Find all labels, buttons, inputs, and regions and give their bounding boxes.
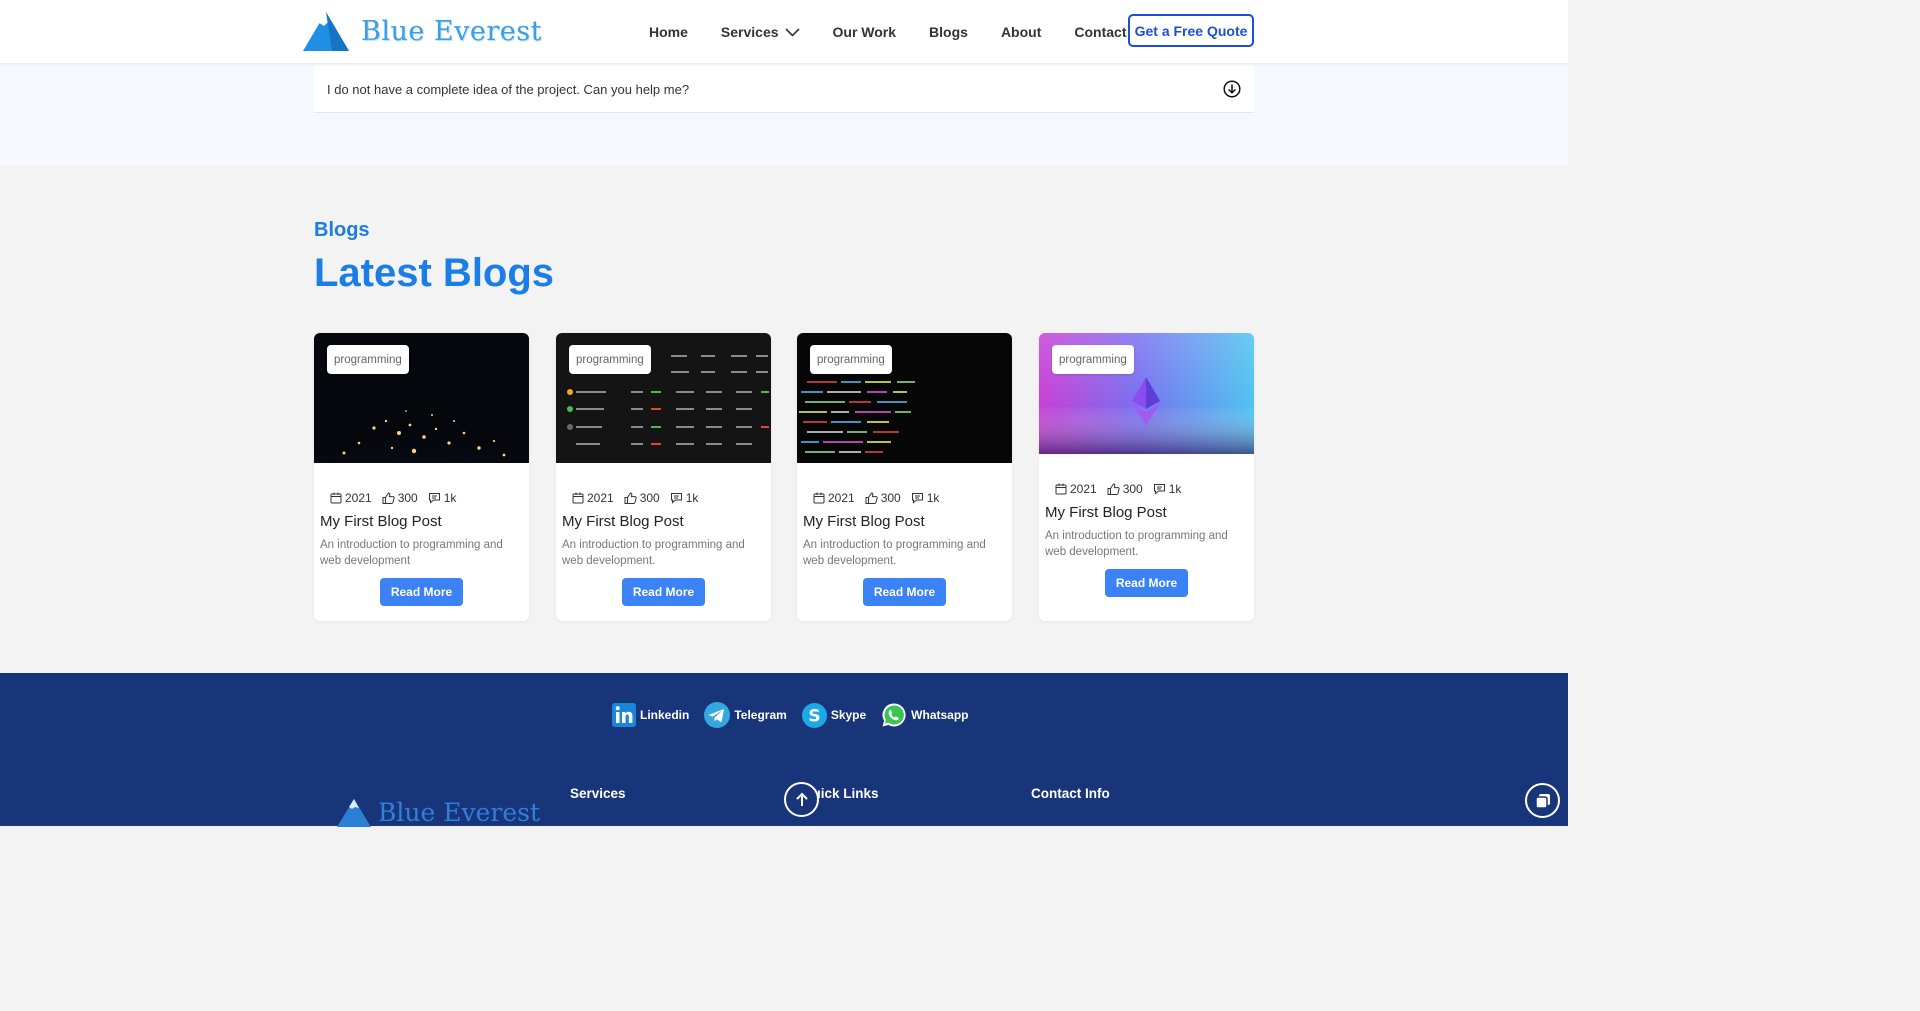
category-tag[interactable]: programming	[810, 345, 892, 374]
chat-widget-button[interactable]	[1525, 783, 1560, 818]
mountain-logo-icon	[337, 799, 371, 827]
blog-meta: 2021 300 1k	[813, 491, 949, 505]
read-more-button[interactable]: Read More	[1105, 569, 1188, 597]
chat-icon	[1534, 793, 1550, 809]
calendar-icon	[330, 492, 342, 504]
blog-card: programming 2021 300 1k My First Blog Po…	[1039, 333, 1254, 621]
blog-title[interactable]: My First Blog Post	[562, 513, 684, 530]
nav-about[interactable]: About	[1001, 24, 1041, 40]
blog-description: An introduction to programming and web d…	[803, 539, 986, 567]
blog-meta: 2021 300 1k	[330, 491, 466, 505]
get-quote-button[interactable]: Get a Free Quote	[1128, 14, 1254, 47]
blog-description: An introduction to programming and web d…	[562, 539, 745, 567]
social-links: Linkedin Telegram S Skype Whatsapp	[611, 701, 983, 729]
social-label: Skype	[830, 708, 867, 722]
blog-likes: 300	[1122, 482, 1143, 496]
faq-section: I do not have a complete idea of the pro…	[0, 65, 1568, 165]
blog-year: 2021	[345, 491, 372, 505]
blog-description: An introduction to programming and web d…	[1045, 530, 1228, 558]
blog-year: 2021	[587, 491, 614, 505]
blog-comments: 1k	[685, 491, 699, 505]
blogs-kicker: Blogs	[314, 219, 370, 241]
nav-blogs[interactable]: Blogs	[929, 24, 968, 40]
blog-comments: 1k	[1168, 482, 1182, 496]
chevron-down-icon	[784, 27, 800, 37]
social-telegram[interactable]: Telegram	[703, 701, 787, 729]
comment-icon	[911, 493, 923, 504]
category-tag[interactable]: programming	[1052, 345, 1134, 374]
category-tag[interactable]: programming	[569, 345, 651, 374]
site-footer: Linkedin Telegram S Skype Whatsapp Blue …	[0, 673, 1568, 827]
thumbs-up-icon	[382, 492, 395, 504]
blog-likes: 300	[639, 491, 660, 505]
calendar-icon	[572, 492, 584, 504]
site-header: Blue Everest Home Services Our Work Blog…	[0, 0, 1568, 64]
social-skype[interactable]: S Skype	[801, 702, 866, 729]
nav-contact[interactable]: Contact	[1074, 24, 1126, 40]
skype-icon: S	[801, 702, 827, 728]
blog-card: programming 2021 300 1k My First Blog Po…	[314, 333, 529, 621]
social-label: Telegram	[734, 708, 787, 722]
nav-services[interactable]: Services	[721, 24, 800, 40]
blog-year: 2021	[828, 491, 855, 505]
nav-home[interactable]: Home	[649, 24, 688, 40]
footer-heading-services: Services	[570, 786, 626, 801]
mountain-logo-icon	[303, 12, 349, 51]
telegram-icon	[704, 702, 731, 728]
blog-title[interactable]: My First Blog Post	[1045, 504, 1167, 521]
faq-question: I do not have a complete idea of the pro…	[327, 81, 690, 97]
read-more-button[interactable]: Read More	[622, 578, 705, 606]
footer-heading-contact: Contact Info	[1031, 786, 1110, 801]
category-tag[interactable]: programming	[327, 345, 409, 374]
main-nav: Home Services Our Work Blogs About Conta…	[649, 0, 1160, 64]
social-whatsapp[interactable]: Whatsapp	[880, 701, 969, 729]
calendar-icon	[813, 492, 825, 504]
blog-likes: 300	[880, 491, 901, 505]
blogs-title: Latest Blogs	[314, 251, 555, 295]
comment-icon	[428, 493, 440, 504]
brand-name: Blue Everest	[361, 15, 542, 47]
social-label: Whatsapp	[911, 708, 969, 722]
whatsapp-icon	[882, 703, 906, 727]
blog-comments: 1k	[926, 491, 940, 505]
blog-title[interactable]: My First Blog Post	[320, 513, 442, 530]
blog-comments: 1k	[443, 491, 457, 505]
read-more-button[interactable]: Read More	[380, 578, 463, 606]
arrow-down-circle-icon[interactable]	[1223, 80, 1241, 98]
thumbs-up-icon	[1107, 483, 1120, 495]
blog-title[interactable]: My First Blog Post	[803, 513, 925, 530]
footer-brand-name: Blue Everest	[378, 798, 540, 827]
faq-item[interactable]: I do not have a complete idea of the pro…	[314, 66, 1254, 113]
blog-meta: 2021 300 1k	[1055, 482, 1191, 496]
blog-description: An introduction to programming and web d…	[320, 539, 503, 567]
scroll-to-top-button[interactable]	[784, 782, 819, 817]
read-more-button[interactable]: Read More	[863, 578, 946, 606]
brand-logo[interactable]: Blue Everest	[302, 10, 542, 52]
nav-services-label: Services	[720, 24, 779, 40]
arrow-up-icon	[795, 792, 808, 806]
social-label: Linkedin	[640, 708, 690, 722]
blog-card: programming 2021 300 1k My First Blog Po…	[797, 333, 1012, 621]
svg-text:S: S	[808, 706, 820, 726]
social-linkedin[interactable]: Linkedin	[611, 702, 689, 728]
linkedin-icon	[612, 703, 636, 727]
thumbs-up-icon	[865, 492, 878, 504]
comment-icon	[670, 493, 682, 504]
nav-our-work[interactable]: Our Work	[833, 24, 897, 40]
footer-brand-logo[interactable]: Blue Everest	[336, 797, 540, 827]
blog-year: 2021	[1070, 482, 1097, 496]
thumbs-up-icon	[624, 492, 637, 504]
blog-likes: 300	[397, 491, 418, 505]
calendar-icon	[1055, 483, 1067, 495]
blog-meta: 2021 300 1k	[572, 491, 708, 505]
comment-icon	[1153, 484, 1165, 495]
blog-card: programming 2021 300 1k My First Blog Po…	[556, 333, 771, 621]
